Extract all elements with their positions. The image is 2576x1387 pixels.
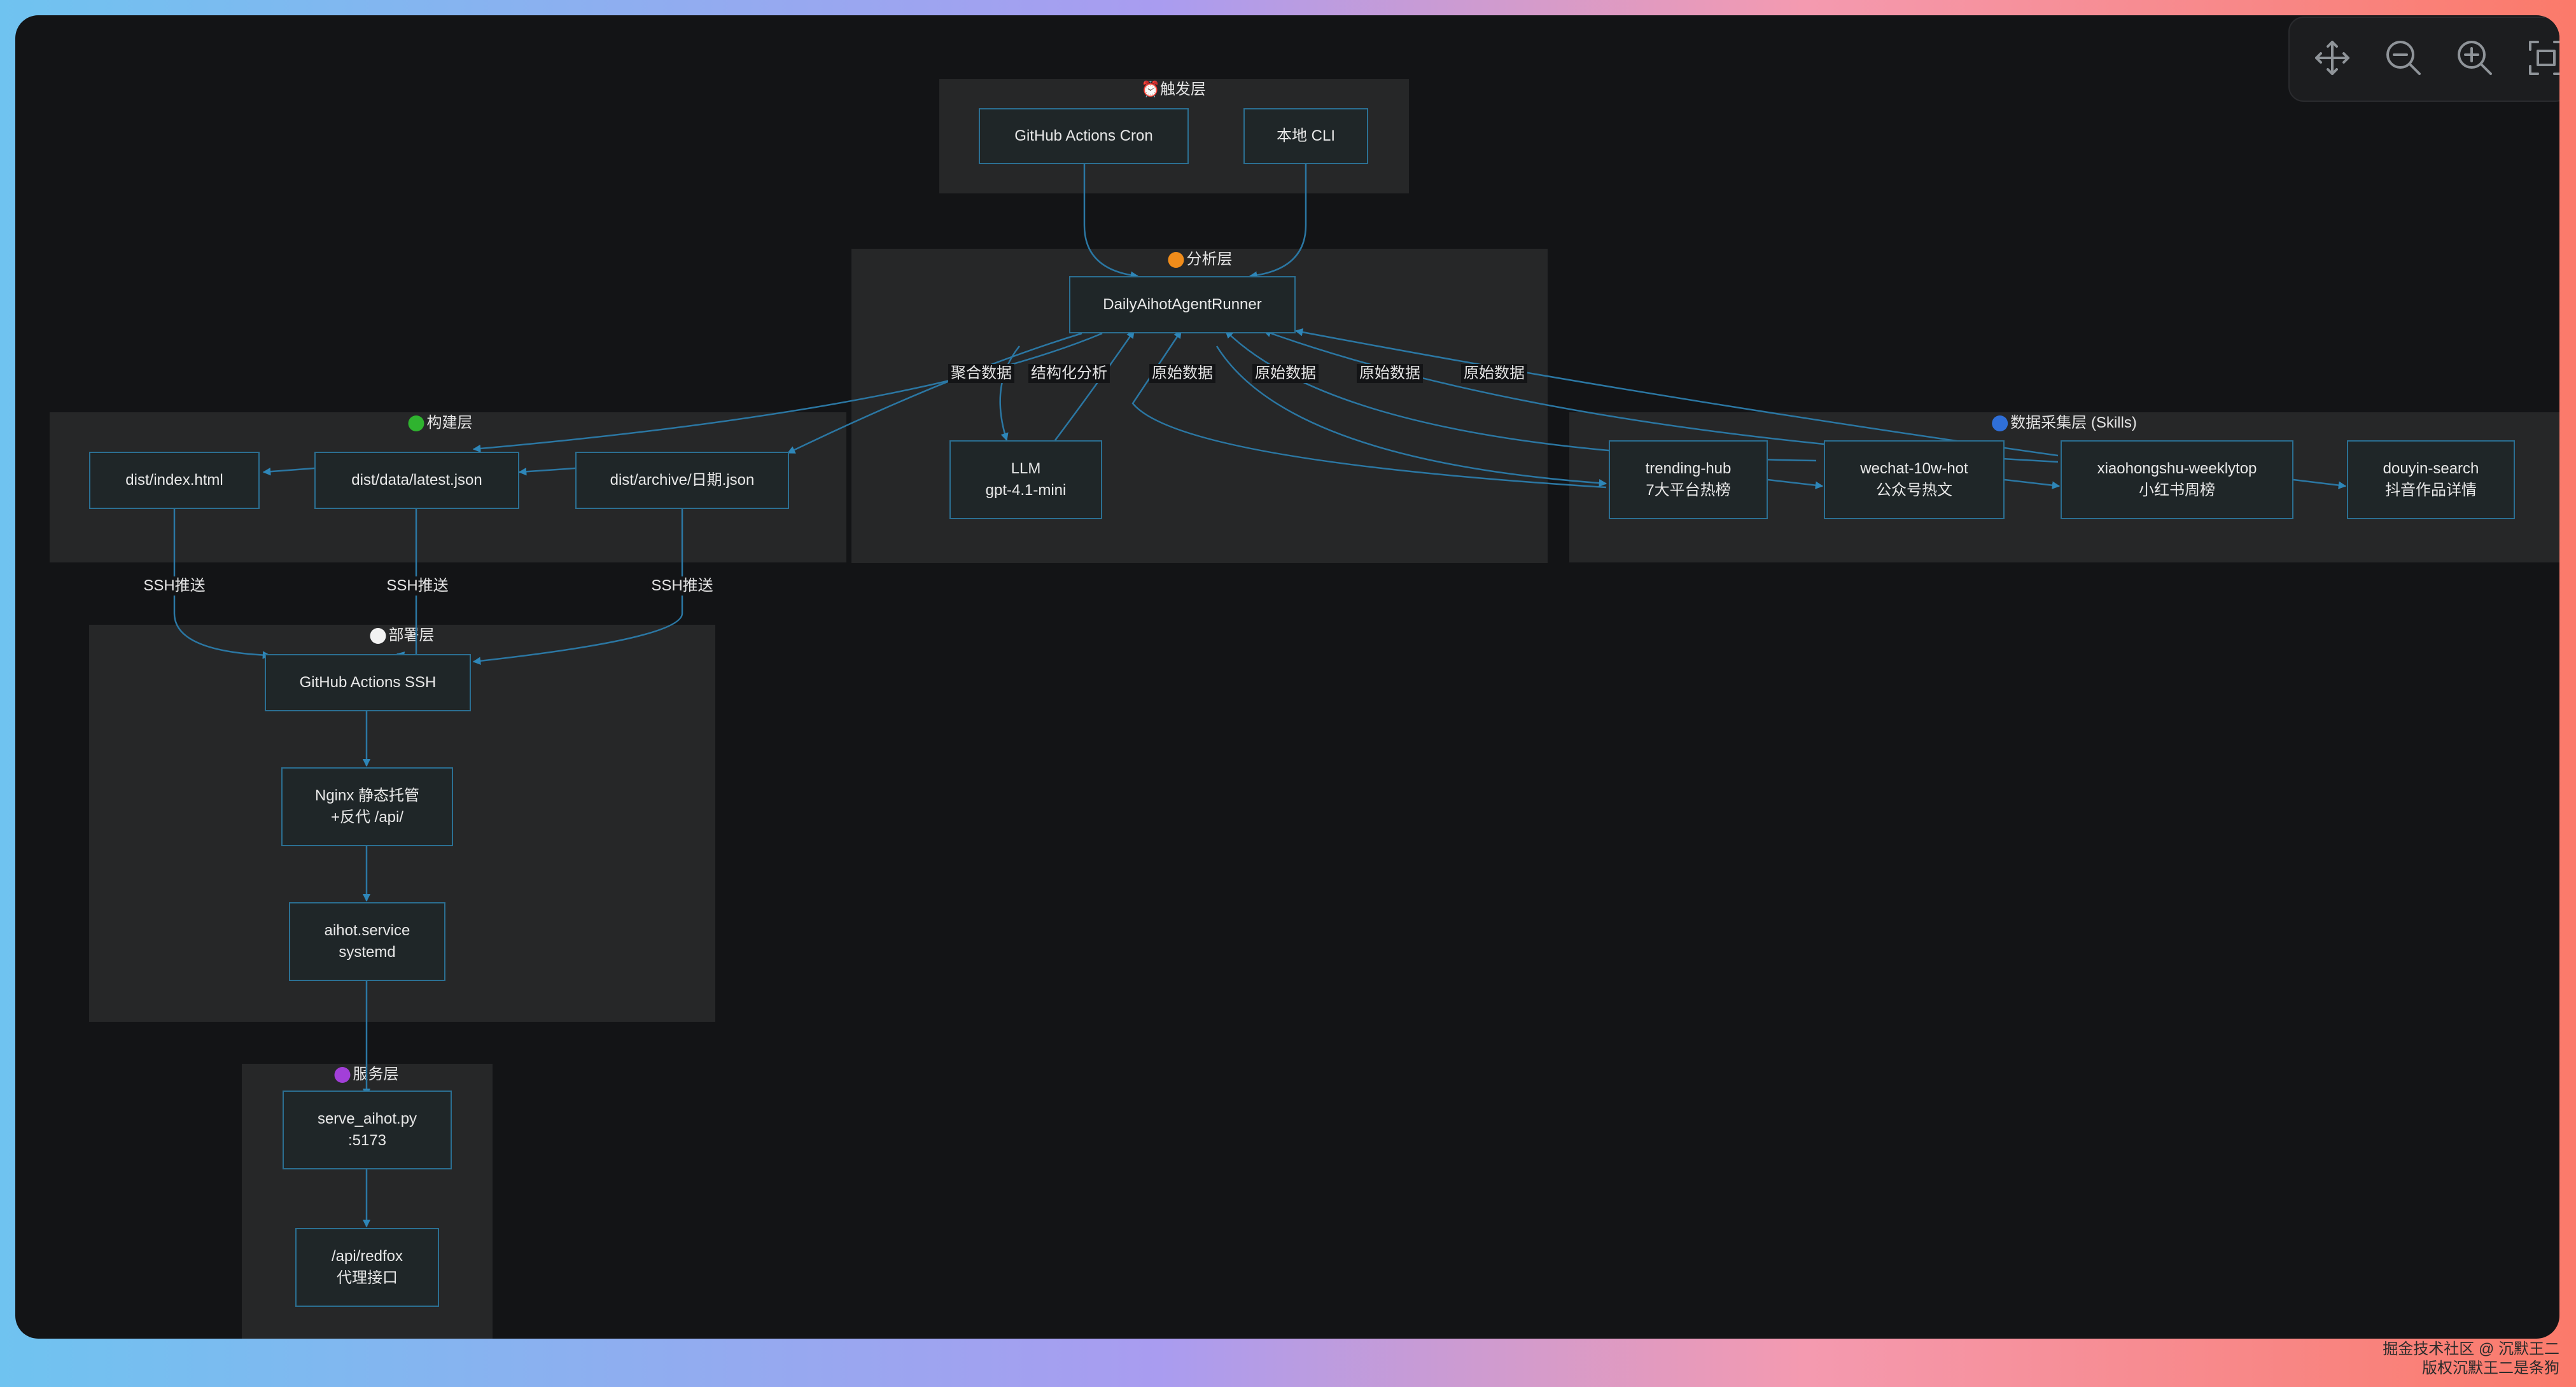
node-douyin-search[interactable]: douyin-search 抖音作品详情 (2347, 440, 2515, 519)
node-label-line2: gpt-4.1-mini (985, 482, 1067, 499)
node-dist-latest[interactable]: dist/data/latest.json (314, 452, 519, 509)
edge-cli-runner (1249, 163, 1307, 279)
node-label: DailyAihotAgentRunner (1103, 296, 1262, 313)
node-local-cli[interactable]: 本地 CLI (1243, 108, 1368, 164)
node-label: dist/data/latest.json (351, 471, 482, 489)
node-label-line1: xiaohongshu-weeklytop (2097, 460, 2257, 477)
watermark-line1: 掘金技术社区 @ 沉默王二 (2383, 1341, 2559, 1358)
edge-trending-runner (1131, 330, 1607, 489)
node-github-actions-cron[interactable]: GitHub Actions Cron (979, 108, 1189, 164)
edge-latest-index (262, 467, 315, 476)
node-api-redfox[interactable]: /api/redfox 代理接口 (295, 1228, 439, 1307)
node-dist-index[interactable]: dist/index.html (89, 452, 260, 509)
node-wechat-10w-hot[interactable]: wechat-10w-hot 公众号热文 (1824, 440, 2005, 519)
zoom-out-icon[interactable] (2381, 36, 2426, 80)
node-xiaohongshu-weeklytop[interactable]: xiaohongshu-weeklytop 小红书周榜 (2061, 440, 2293, 519)
edge-cron-runner (1083, 163, 1139, 279)
edge-wechat-xhs (2004, 478, 2061, 489)
node-label: GitHub Actions Cron (1014, 127, 1153, 144)
move-icon[interactable] (2310, 36, 2355, 80)
node-nginx[interactable]: Nginx 静态托管 +反代 /api/ (281, 767, 453, 846)
node-label-line1: douyin-search (2383, 460, 2479, 477)
node-label-line1: serve_aihot.py (317, 1110, 417, 1127)
node-label-line2: 公众号热文 (1876, 482, 1952, 499)
node-label: dist/archive/日期.json (610, 471, 755, 489)
node-github-actions-ssh[interactable]: GitHub Actions SSH (265, 654, 471, 711)
watermark-line2: 版权沉默王二是条狗 (2422, 1360, 2559, 1377)
node-aihot-service[interactable]: aihot.service systemd (289, 902, 445, 981)
node-label-line1: /api/redfox (331, 1248, 403, 1265)
edge-runner-archive (787, 332, 1082, 454)
diagram-canvas[interactable]: ⏰触发层 分析层 构建层 数据采集层 (Skills) 部署层 服务层 聚合数据… (15, 15, 2559, 1339)
edge-label-structured: 结构化分析 (1028, 364, 1110, 383)
node-label-line1: wechat-10w-hot (1860, 460, 1968, 477)
node-label-line2: 代理接口 (337, 1269, 398, 1286)
node-label-line1: LLM (1011, 460, 1041, 477)
node-label: dist/index.html (125, 471, 223, 489)
node-label-line1: trending-hub (1645, 460, 1732, 477)
edge-label-ssh-2: SSH推送 (384, 576, 451, 596)
edge-trending-wechat (1767, 478, 1824, 489)
edge-label-raw-1: 原始数据 (1149, 364, 1215, 383)
node-label: 本地 CLI (1276, 127, 1335, 144)
node-label-line1: aihot.service (324, 922, 410, 939)
edge-xhs-douyin (2293, 478, 2347, 489)
edge-label-raw-3: 原始数据 (1357, 364, 1423, 383)
node-label-line2: +反代 /api/ (330, 809, 404, 826)
node-label-line1: Nginx 静态托管 (314, 787, 420, 804)
node-label: GitHub Actions SSH (299, 674, 437, 691)
watermark: 掘金技术社区 @ 沉默王二 版权沉默王二是条狗 (2383, 1340, 2559, 1378)
node-label-line2: systemd (339, 944, 396, 961)
node-dist-archive[interactable]: dist/archive/日期.json (575, 452, 789, 509)
fit-screen-icon[interactable] (2524, 36, 2559, 80)
edge-archive-latest (518, 467, 576, 476)
edge-label-aggregate: 聚合数据 (948, 364, 1014, 383)
zoom-toolbar (2288, 17, 2559, 102)
node-serve-aihot-py[interactable]: serve_aihot.py :5173 (283, 1091, 452, 1169)
node-daily-aihot-agent-runner[interactable]: DailyAihotAgentRunner (1069, 276, 1296, 333)
zoom-in-icon[interactable] (2453, 36, 2497, 80)
node-label-line2: :5173 (347, 1132, 387, 1149)
edge-douyin-runner (1294, 328, 2059, 457)
edge-label-raw-2: 原始数据 (1252, 364, 1319, 383)
edge-label-raw-4: 原始数据 (1461, 364, 1527, 383)
edge-label-ssh-1: SSH推送 (141, 576, 208, 596)
node-label-line2: 7大平台热榜 (1646, 482, 1731, 499)
node-trending-hub[interactable]: trending-hub 7大平台热榜 (1609, 440, 1768, 519)
node-label-line2: 抖音作品详情 (2385, 482, 2477, 499)
edge-label-ssh-3: SSH推送 (648, 576, 716, 596)
edge-runner-latest (472, 332, 1103, 453)
node-label-line2: 小红书周榜 (2139, 482, 2215, 499)
node-llm[interactable]: LLM gpt-4.1-mini (949, 440, 1102, 519)
